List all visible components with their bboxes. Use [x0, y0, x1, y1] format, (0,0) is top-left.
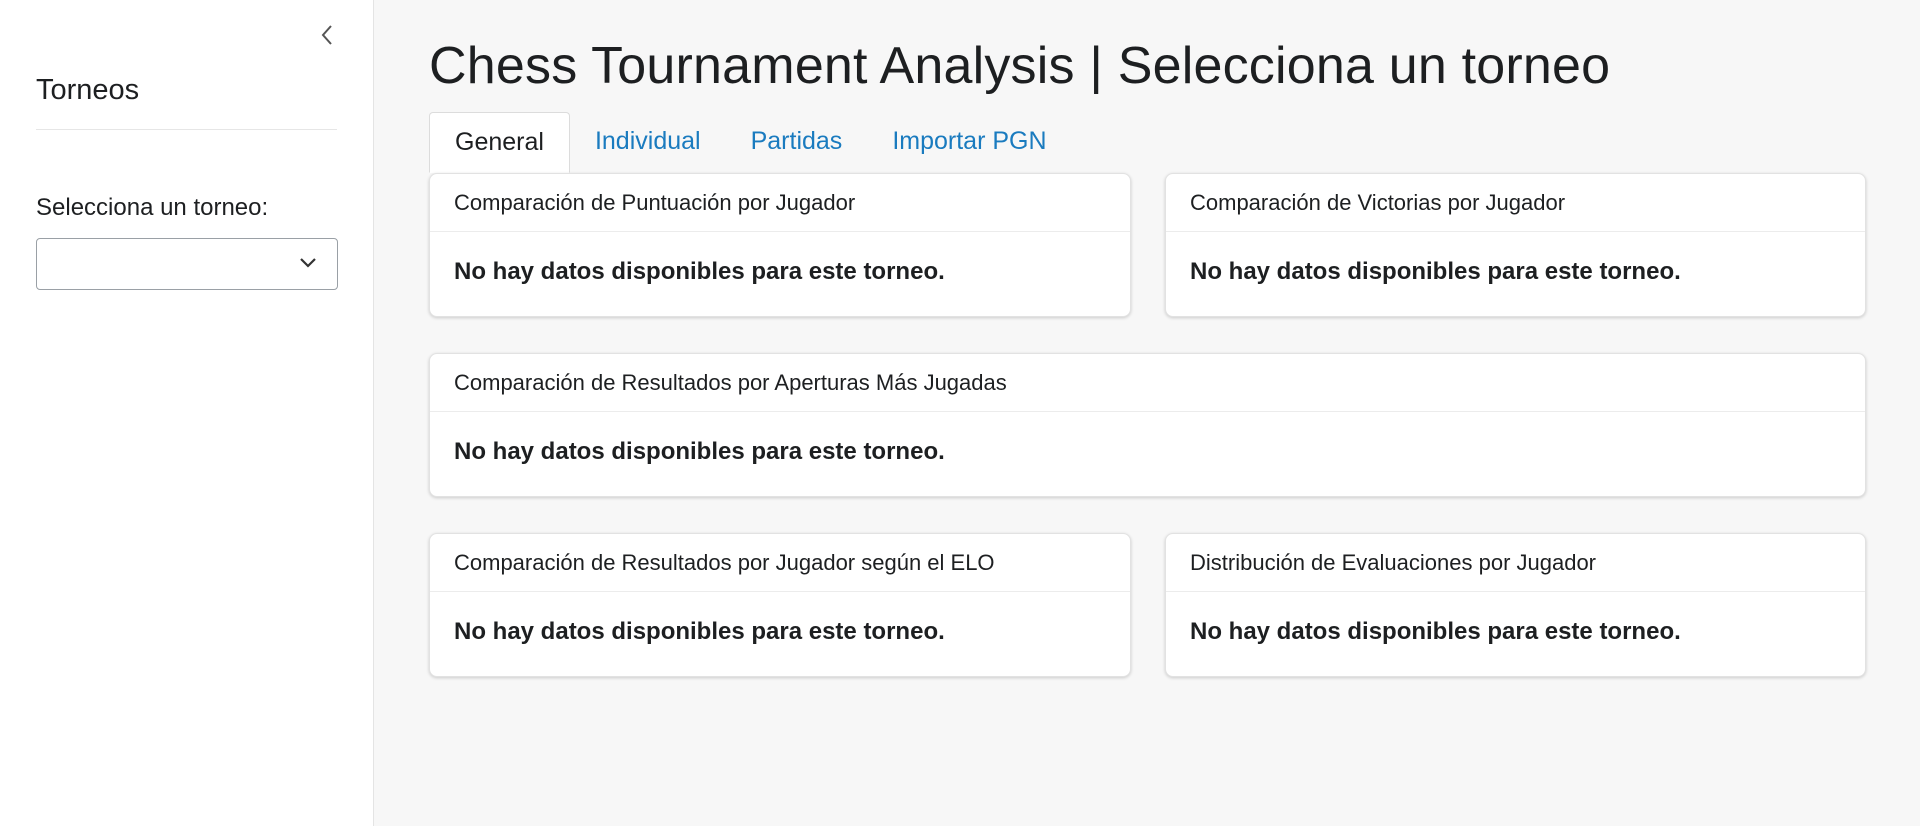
card-title: Distribución de Evaluaciones por Jugador	[1166, 534, 1865, 592]
tab-individual[interactable]: Individual	[570, 112, 726, 173]
sidebar-collapse-button[interactable]	[314, 22, 340, 52]
card-message: No hay datos disponibles para este torne…	[454, 618, 945, 645]
tournament-select-label: Selecciona un torneo:	[36, 194, 269, 221]
tournament-select[interactable]	[36, 238, 338, 290]
card-title: Comparación de Puntuación por Jugador	[430, 174, 1130, 232]
card-openings-comparison: Comparación de Resultados por Aperturas …	[429, 353, 1866, 497]
tab-bar: General Individual Partidas Importar PGN	[429, 112, 1866, 173]
chevron-left-icon	[320, 23, 334, 52]
chevron-down-icon	[299, 256, 317, 274]
card-evaluations-distribution: Distribución de Evaluaciones por Jugador…	[1165, 533, 1866, 677]
tab-partidas[interactable]: Partidas	[726, 112, 868, 173]
card-score-comparison: Comparación de Puntuación por Jugador No…	[429, 173, 1131, 317]
card-title: Comparación de Resultados por Aperturas …	[430, 354, 1865, 412]
page-title: Chess Tournament Analysis | Selecciona u…	[429, 37, 1611, 95]
card-message: No hay datos disponibles para este torne…	[1190, 618, 1681, 645]
main-content: Chess Tournament Analysis | Selecciona u…	[374, 0, 1920, 826]
card-message: No hay datos disponibles para este torne…	[454, 258, 945, 285]
card-title: Comparación de Resultados por Jugador se…	[430, 534, 1130, 592]
card-title: Comparación de Victorias por Jugador	[1166, 174, 1865, 232]
sidebar-title: Torneos	[36, 74, 337, 130]
card-message: No hay datos disponibles para este torne…	[454, 438, 945, 465]
card-message: No hay datos disponibles para este torne…	[1190, 258, 1681, 285]
sidebar: Torneos Selecciona un torneo:	[0, 0, 374, 826]
tab-importar-pgn[interactable]: Importar PGN	[867, 112, 1071, 173]
tab-general[interactable]: General	[429, 112, 570, 173]
app: Torneos Selecciona un torneo: Chess Tour…	[0, 0, 1920, 826]
card-elo-comparison: Comparación de Resultados por Jugador se…	[429, 533, 1131, 677]
card-wins-comparison: Comparación de Victorias por Jugador No …	[1165, 173, 1866, 317]
